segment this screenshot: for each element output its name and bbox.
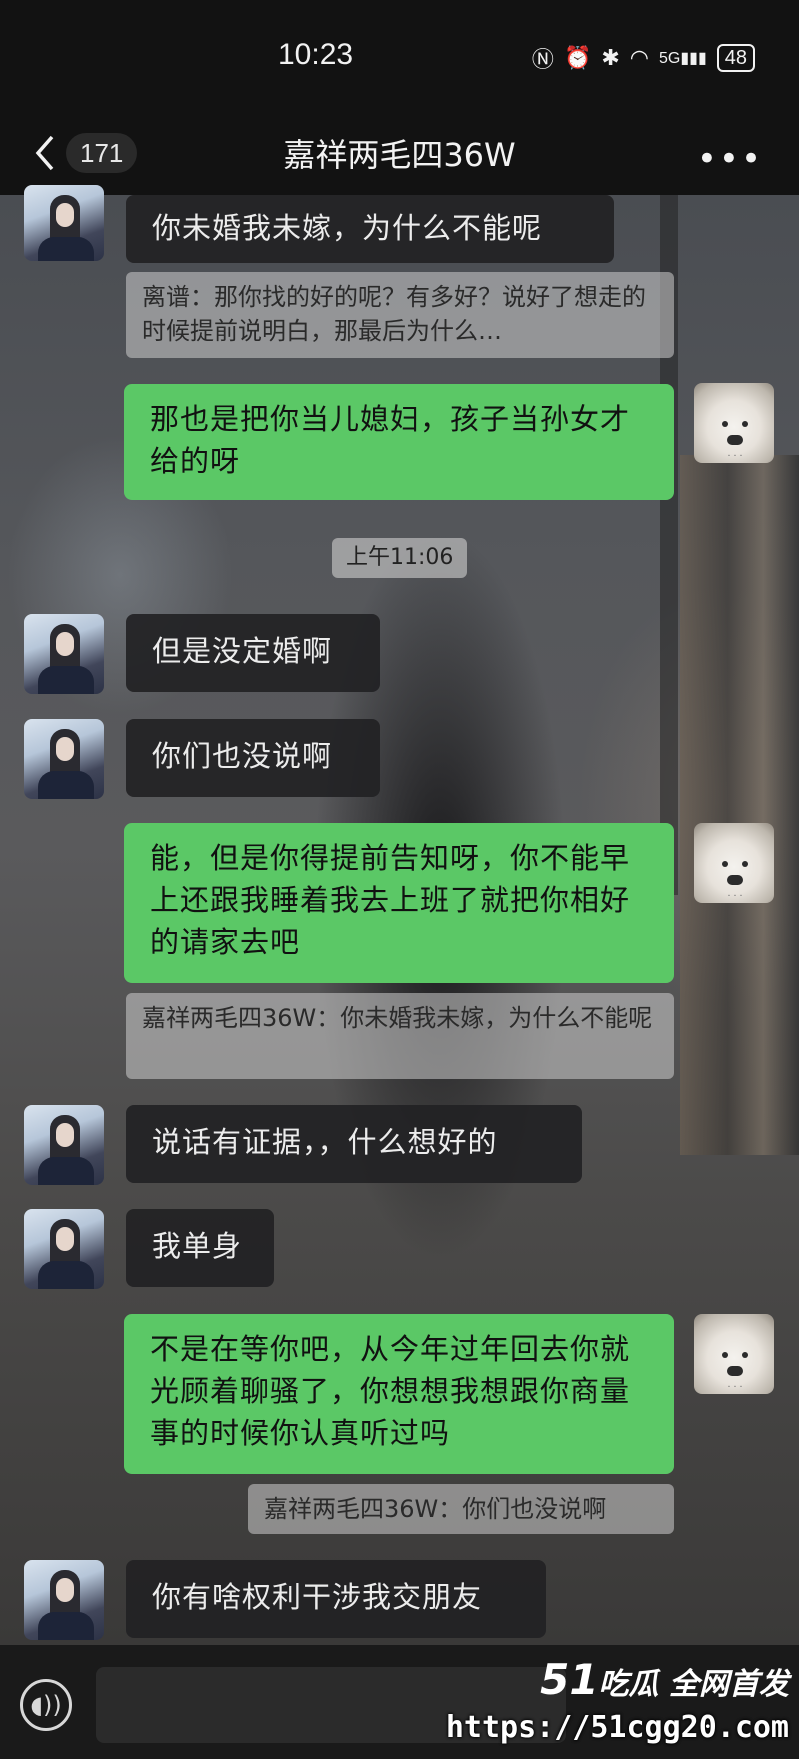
message-bubble-sent[interactable]: 能，但是你得提前告知呀，你不能早上还跟我睡着我去上班了就把你相好的请家去吧 xyxy=(124,823,674,983)
message-bubble-received[interactable]: 你们也没说啊 xyxy=(126,719,380,797)
nfc-icon: Ⓝ xyxy=(531,48,554,73)
watermark: 51吃瓜 全网首发 https://51cgg20.com xyxy=(446,1655,789,1745)
message-bubble-received[interactable]: 我单身 xyxy=(126,1209,274,1287)
alarm-icon: ⏰ xyxy=(563,45,592,71)
avatar[interactable] xyxy=(24,185,104,261)
watermark-brand: 51吃瓜 全网首发 xyxy=(540,1655,789,1704)
quoted-message[interactable]: 离谱：那你找的好的呢？有多好？说好了想走的时候提前说明白，那最后为什么… xyxy=(126,272,674,358)
status-time: 10:23 xyxy=(278,38,354,71)
more-options-icon[interactable]: ••• xyxy=(697,139,763,179)
avatar[interactable] xyxy=(24,1105,104,1185)
watermark-url: https://51cgg20.com xyxy=(445,1710,789,1745)
status-bar: 10:23 Ⓝ ⏰ ✱ ◠ 5G▮▮▮ 48 xyxy=(0,0,799,115)
message-bubble-sent[interactable]: 那也是把你当儿媳妇，孩子当孙女才给的呀 xyxy=(124,384,674,500)
message-bubble-received[interactable]: 你有啥权利干涉我交朋友 xyxy=(126,1560,546,1638)
status-icons: Ⓝ ⏰ ✱ ◠ 5G▮▮▮ 48 xyxy=(532,42,755,74)
avatar[interactable] xyxy=(24,1209,104,1289)
avatar[interactable] xyxy=(24,1560,104,1640)
quoted-message[interactable]: 嘉祥两毛四36W：你们也没说啊 xyxy=(248,1484,674,1534)
avatar[interactable]: ・・・ xyxy=(694,1314,774,1394)
avatar[interactable]: ・・・ xyxy=(694,383,774,463)
chat-title: 嘉祥两毛四36W xyxy=(283,136,516,174)
background-coats xyxy=(680,455,799,1155)
quoted-message[interactable]: 嘉祥两毛四36W：你未婚我未嫁，为什么不能呢 xyxy=(126,993,674,1079)
avatar[interactable] xyxy=(24,614,104,694)
voice-input-icon[interactable]: ◖)) xyxy=(20,1679,72,1731)
signal-5g-icon: 5G▮▮▮ xyxy=(658,50,707,67)
message-bubble-sent[interactable]: 不是在等你吧，从今年过年回去你就光顾着聊骚了，你想想我想跟你商量事的时候你认真听… xyxy=(124,1314,674,1474)
avatar[interactable] xyxy=(24,719,104,799)
chat-header: 171 嘉祥两毛四36W ••• xyxy=(0,115,799,195)
message-bubble-received[interactable]: 你未婚我未嫁，为什么不能呢 xyxy=(126,195,614,263)
message-bubble-received[interactable]: 说话有证据，，什么想好的 xyxy=(126,1105,582,1183)
bluetooth-icon: ✱ xyxy=(601,45,620,71)
timestamp-divider: 上午11:06 xyxy=(332,538,468,578)
message-bubble-received[interactable]: 但是没定婚啊 xyxy=(126,614,380,692)
wifi-icon: ◠ xyxy=(629,45,649,71)
battery-indicator: 48 xyxy=(716,44,755,72)
avatar[interactable]: ・・・ xyxy=(694,823,774,903)
